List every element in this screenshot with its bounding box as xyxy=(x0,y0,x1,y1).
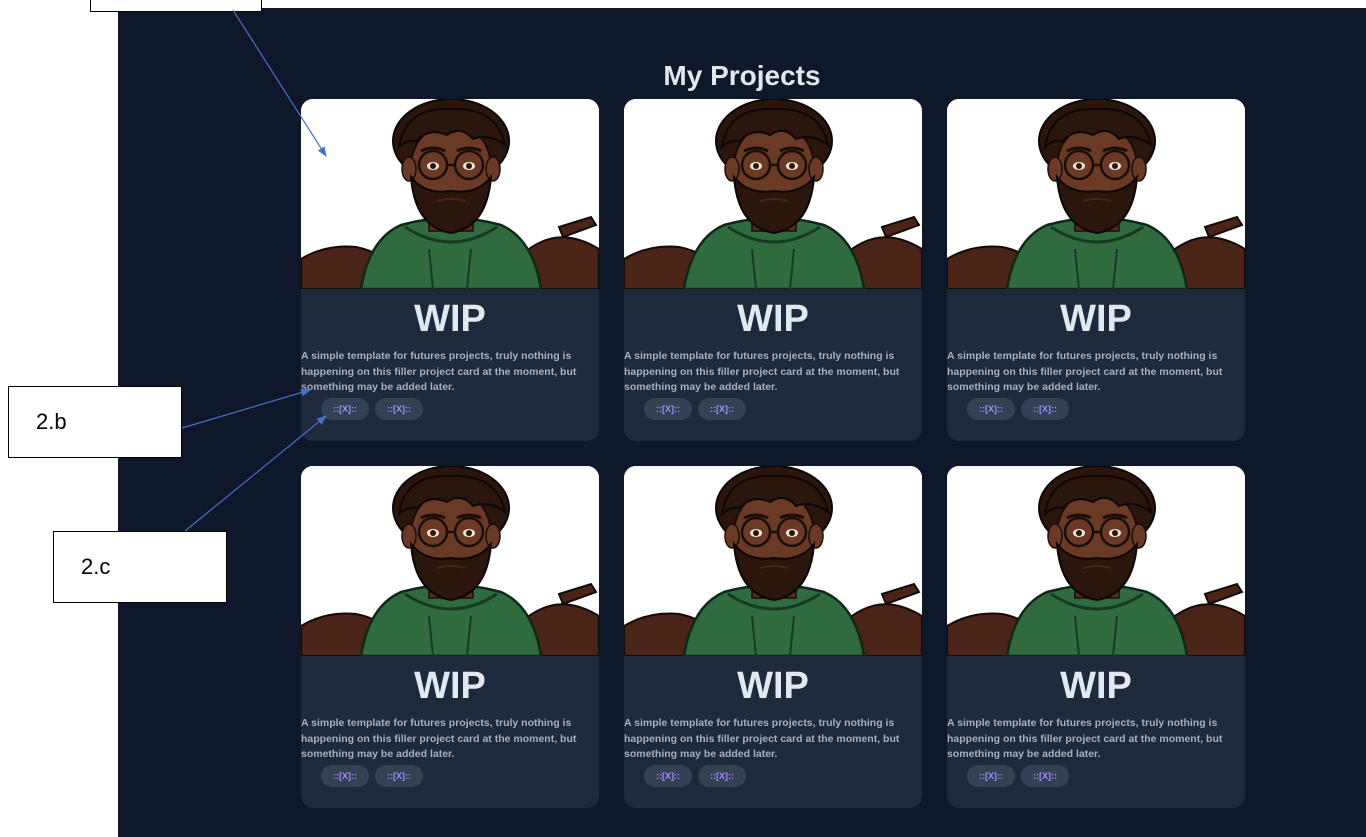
annotation-box-2c: 2.c xyxy=(53,531,227,603)
card-description: A simple template for futures projects, … xyxy=(947,350,1223,393)
card-image xyxy=(947,99,1245,289)
card-title: WIP xyxy=(1060,665,1132,707)
annotation-label: 2.b xyxy=(36,409,67,434)
card-description: A simple template for futures projects, … xyxy=(947,717,1223,760)
avatar-illustration xyxy=(624,466,922,656)
tag-button[interactable]: ::[X]:: xyxy=(698,398,746,420)
annotation-label: 2.c xyxy=(81,554,111,579)
tag-list: ::[X]:: ::[X]:: xyxy=(967,398,1069,420)
screenshot-canvas: My Projects WIP A simple template for fu… xyxy=(0,0,1366,837)
tag-button[interactable]: ::[X]:: xyxy=(1021,765,1069,787)
tag-list: ::[X]:: ::[X]:: xyxy=(321,765,423,787)
card-image xyxy=(624,466,922,656)
tag-button[interactable]: ::[X]:: xyxy=(375,398,423,420)
tag-list: ::[X]:: ::[X]:: xyxy=(967,765,1069,787)
card-title: WIP xyxy=(737,665,809,707)
annotation-box-2b: 2.b xyxy=(8,386,182,458)
card-title: WIP xyxy=(1060,298,1132,340)
page-title: My Projects xyxy=(663,60,821,91)
card-description: A simple template for futures projects, … xyxy=(624,350,900,393)
tag-list: ::[X]:: ::[X]:: xyxy=(644,398,746,420)
tag-button[interactable]: ::[X]:: xyxy=(644,398,692,420)
avatar-illustration xyxy=(624,99,922,289)
tag-button[interactable]: ::[X]:: xyxy=(644,765,692,787)
project-card[interactable]: WIP A simple template for futures projec… xyxy=(947,99,1245,441)
project-card[interactable]: WIP A simple template for futures projec… xyxy=(947,466,1245,808)
tag-button[interactable]: ::[X]:: xyxy=(321,398,369,420)
project-card[interactable]: WIP A simple template for futures projec… xyxy=(624,99,922,441)
project-card[interactable]: WIP A simple template for futures projec… xyxy=(301,99,599,441)
card-title: WIP xyxy=(414,665,486,707)
tag-list: ::[X]:: ::[X]:: xyxy=(644,765,746,787)
card-description: A simple template for futures projects, … xyxy=(301,350,577,393)
project-card[interactable]: WIP A simple template for futures projec… xyxy=(301,466,599,808)
card-title: WIP xyxy=(414,298,486,340)
tag-button[interactable]: ::[X]:: xyxy=(321,765,369,787)
card-image xyxy=(301,466,599,656)
tag-button[interactable]: ::[X]:: xyxy=(967,398,1015,420)
avatar-illustration xyxy=(301,99,599,289)
avatar-illustration xyxy=(947,99,1245,289)
card-description: A simple template for futures projects, … xyxy=(301,717,577,760)
tag-button[interactable]: ::[X]:: xyxy=(375,765,423,787)
tag-list: ::[X]:: ::[X]:: xyxy=(321,398,423,420)
avatar-illustration xyxy=(947,466,1245,656)
projects-page: My Projects WIP A simple template for fu… xyxy=(118,8,1366,837)
card-image xyxy=(624,99,922,289)
card-image xyxy=(947,466,1245,656)
card-image xyxy=(301,99,599,289)
tag-button[interactable]: ::[X]:: xyxy=(1021,398,1069,420)
tag-button[interactable]: ::[X]:: xyxy=(967,765,1015,787)
card-description: A simple template for futures projects, … xyxy=(624,717,900,760)
avatar-illustration xyxy=(301,466,599,656)
project-card[interactable]: WIP A simple template for futures projec… xyxy=(624,466,922,808)
tag-button[interactable]: ::[X]:: xyxy=(698,765,746,787)
card-title: WIP xyxy=(737,298,809,340)
annotation-box-top xyxy=(90,0,262,12)
